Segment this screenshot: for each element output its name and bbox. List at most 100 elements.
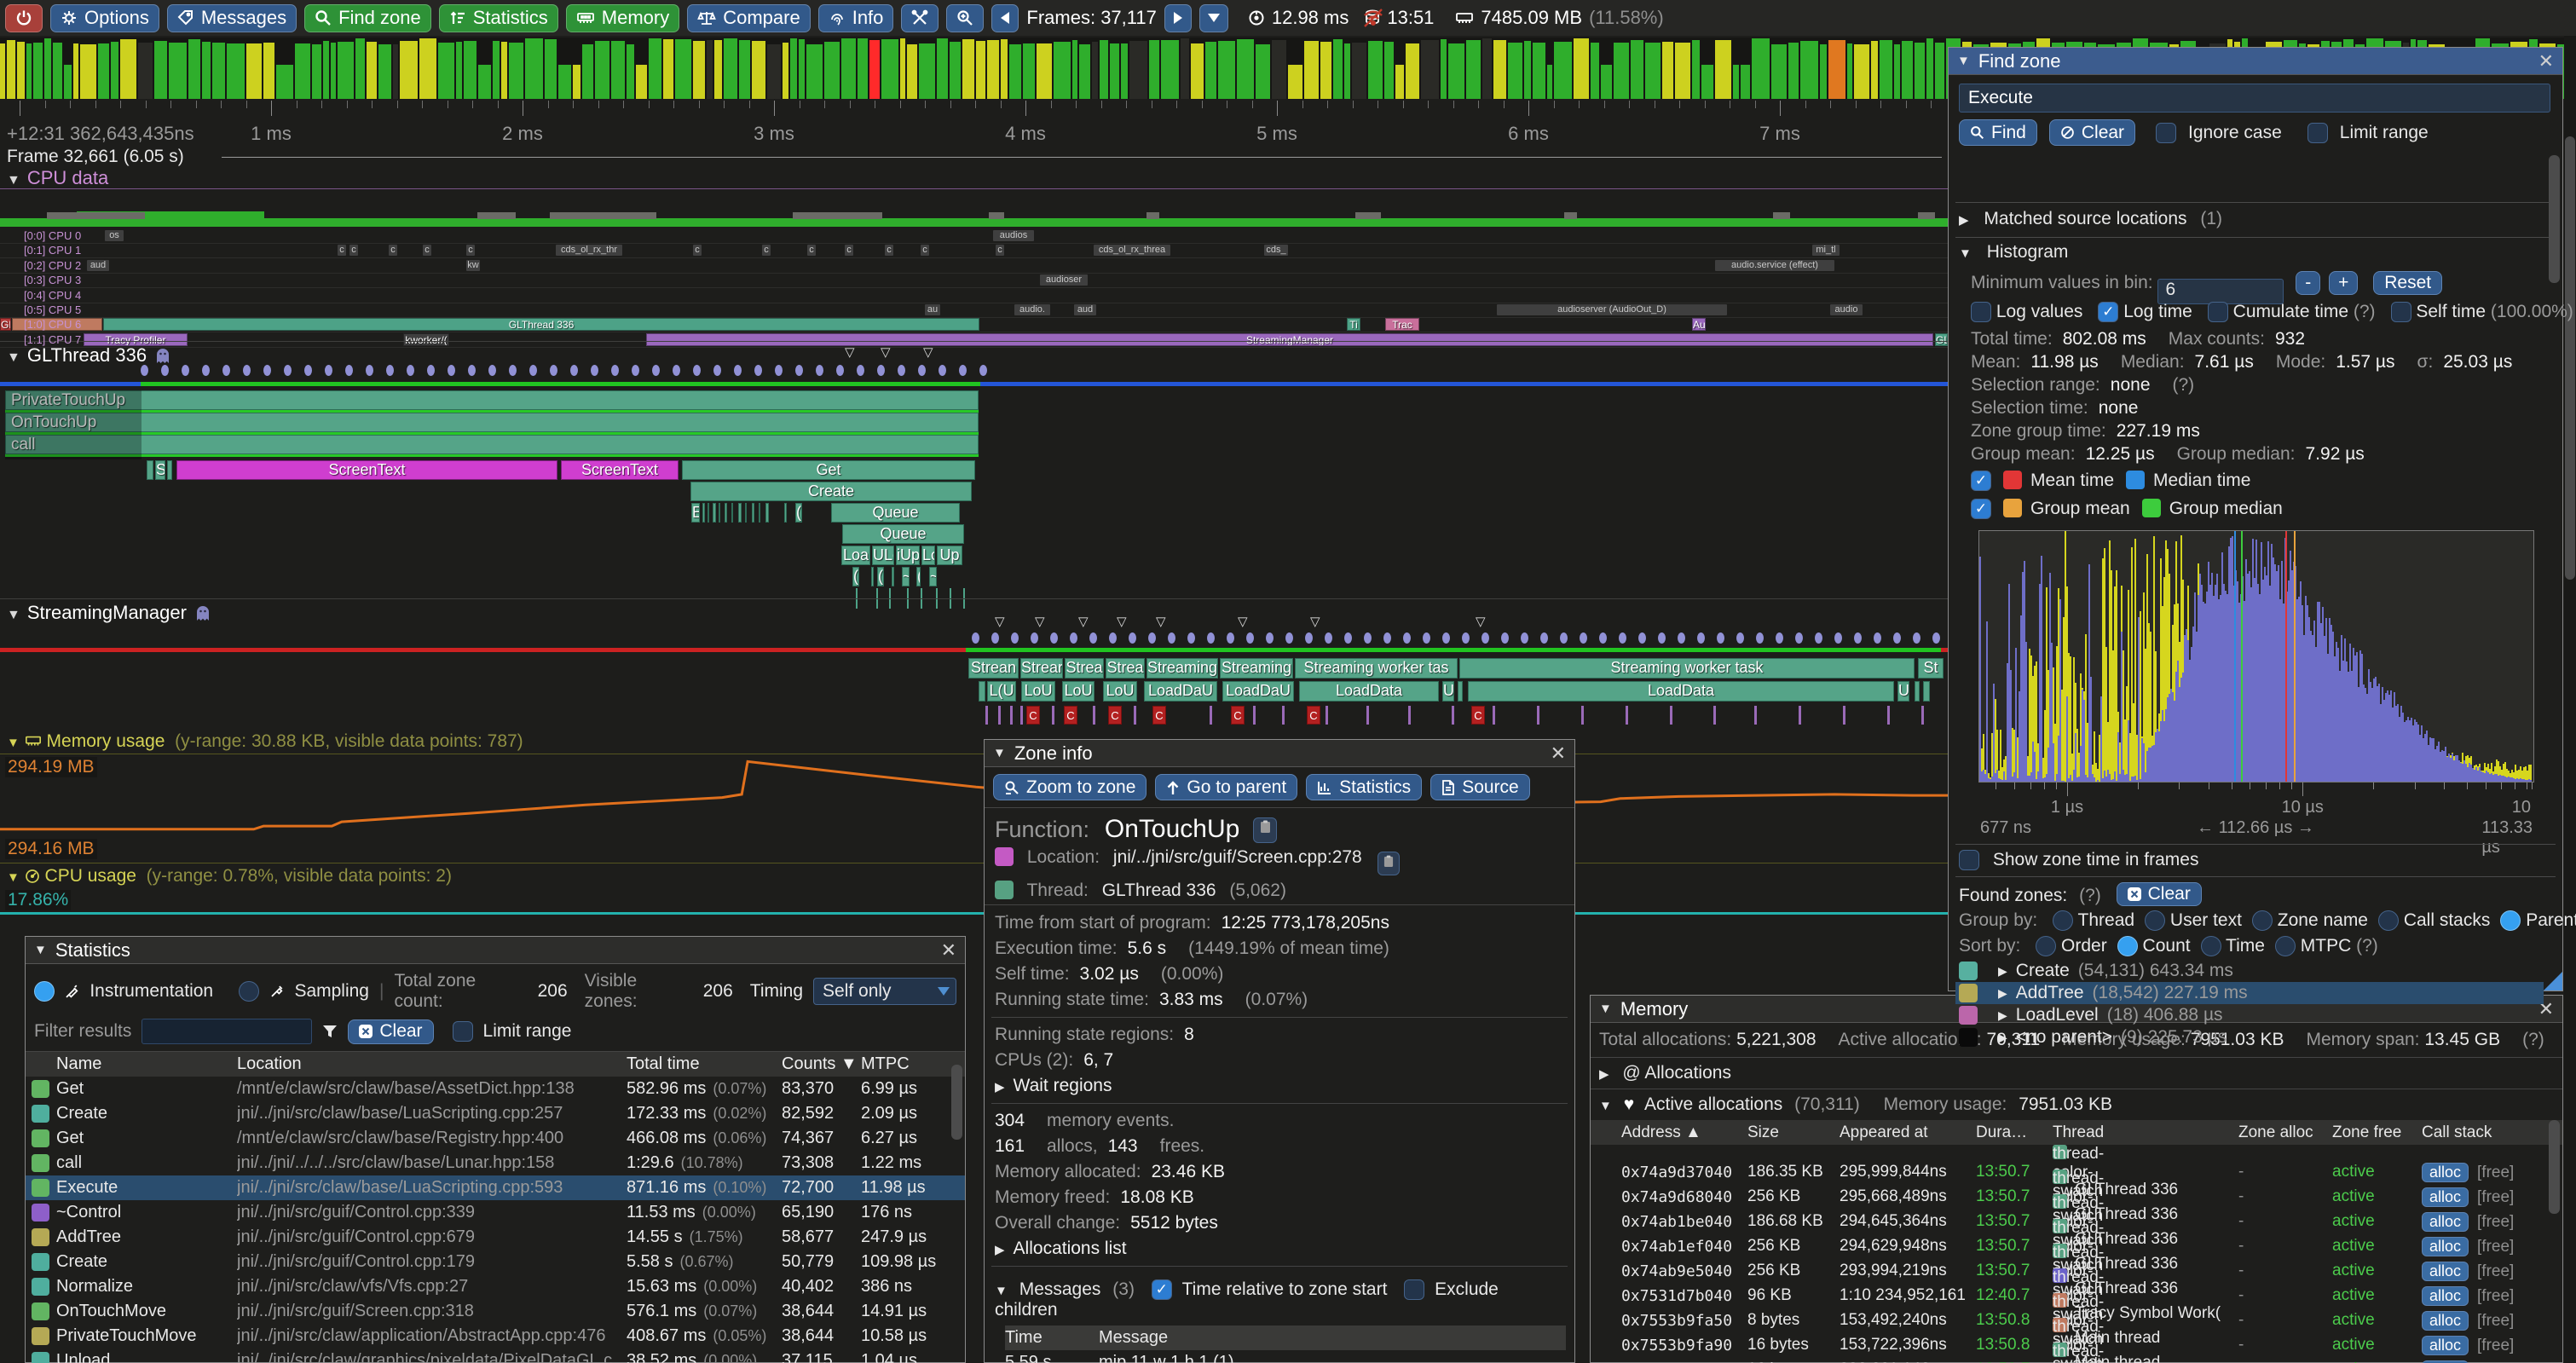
clear-button[interactable]: Clear [2049,119,2135,146]
sort-by-count[interactable] [2117,936,2138,956]
timeline-zone[interactable]: OnTouchUp [5,413,979,432]
timeline-zone[interactable]: LoadDaU [1222,681,1294,702]
copy-clipboard-button[interactable] [1378,852,1400,875]
statistics-button[interactable]: Statistics [439,4,558,32]
process-chip[interactable]: aud [1074,304,1096,315]
collapse-triangle[interactable]: ▶ [1998,986,2007,1001]
timeline-zone[interactable]: Ti [1347,318,1360,331]
group-by-call-stacks[interactable] [2378,910,2399,931]
timeline-zone[interactable]: GLThread 336 [103,318,979,331]
collapse-triangle[interactable]: ▶ [995,1080,1005,1094]
error-zone-chip[interactable]: C [1471,706,1485,725]
timeline-zone[interactable]: U [1442,681,1454,702]
found-zones-clear-button[interactable]: Clear [2117,882,2202,906]
col-zone-alloc[interactable]: Zone alloc [2238,1123,2332,1142]
resize-grip[interactable] [2544,972,2562,990]
timeline-zone[interactable] [147,460,153,480]
process-chip[interactable]: cds_ol_rx_threa [1094,245,1170,256]
prev-frame-button[interactable] [991,4,1019,32]
alloc-callstack-button[interactable]: alloc [2422,1237,2469,1256]
col-counts[interactable]: Counts ▼ [782,1054,861,1074]
process-chip[interactable]: kw [466,260,480,271]
stats-row[interactable]: Get/mnt/e/claw/src/claw/base/Registry.hp… [26,1126,965,1151]
timeline-zone[interactable]: LoU [1062,681,1095,702]
options-button[interactable]: Options [50,4,159,32]
histogram-section-header[interactable]: ▼ Histogram [1959,242,2549,266]
process-chip[interactable]: mi_tl [1812,245,1840,256]
info-button[interactable]: Info [818,4,894,32]
error-zone-chip[interactable]: C [1231,706,1245,725]
main-scrollbar-thumb[interactable] [2565,136,2575,580]
timeline-zone[interactable]: St [1918,658,1944,679]
matched-source-locations[interactable]: ▶ Matched source locations (1) [1959,209,2549,233]
timeline-zone[interactable] [719,503,720,523]
process-chip[interactable]: c [885,245,893,256]
timeline-zone[interactable]: ~ [902,567,910,586]
timeline-zone[interactable] [725,503,727,523]
message-marker-icon[interactable]: ▽ [923,344,933,360]
zone-thread-row[interactable]: Thread: GLThread 336 (5,062) [985,877,1574,905]
statistics-scrollbar[interactable] [951,1065,962,1140]
exclude-children-checkbox[interactable] [1404,1279,1424,1300]
error-zone-chip[interactable]: C [1152,706,1166,725]
error-zone-chip[interactable]: C [1064,706,1077,725]
stats-row[interactable]: PrivateTouchMovejni/../jni/src/claw/appl… [26,1324,965,1349]
timeline-zone[interactable] [1915,681,1920,702]
sort-by-order[interactable] [2036,936,2056,956]
process-chip[interactable]: c [921,245,929,256]
process-chip[interactable]: aud [87,260,109,271]
col-mtpc[interactable]: MTPC [861,1054,965,1074]
process-chip[interactable]: c [762,245,771,256]
timeline-zone[interactable]: ( [877,567,884,586]
alloc-callstack-button[interactable]: alloc [2422,1286,2469,1306]
show-zone-time-checkbox[interactable] [1959,850,1979,870]
checkbox[interactable] [1971,302,1991,322]
alloc-callstack-button[interactable]: alloc [2422,1360,2469,1363]
zone-info-titlebar[interactable]: ▼Zone info✕ [985,740,1574,767]
timeline-zone[interactable]: ~ [929,567,937,586]
timeline-zone[interactable]: LoadData [1468,681,1894,702]
statistics-titlebar[interactable]: ▼Statistics✕ [26,937,965,964]
checkbox[interactable]: ✓ [2098,302,2118,322]
alloc-callstack-button[interactable]: alloc [2422,1262,2469,1281]
process-chip[interactable]: au [925,304,940,315]
zoom-button[interactable] [946,4,984,32]
col-call-stack[interactable]: Call stack [2422,1123,2562,1142]
process-chip[interactable]: audioserver (AudioOut_D) [1497,304,1727,315]
timeline-zone[interactable]: U [1897,681,1909,702]
error-zone-chip[interactable]: C [1108,706,1122,725]
found-zone-row[interactable]: ▶Create (54,131) 643.34 ms [1955,960,2544,982]
close-icon[interactable]: ✕ [941,939,956,962]
message-marker-icon[interactable]: ▽ [1476,614,1486,629]
plus-button[interactable]: + [2329,271,2358,295]
alloc-callstack-button[interactable]: alloc [2422,1311,2469,1331]
timeline-zone[interactable]: LoadDaU [1144,681,1217,702]
memory-usage-plot[interactable] [0,755,1952,861]
found-zone-row[interactable]: ▶LoadLevel (18) 406.88 µs [1955,1004,2544,1026]
timeline-zone[interactable] [167,460,172,480]
find-zone-titlebar[interactable]: ▼Find zone✕ [1949,48,2562,75]
process-chip[interactable]: os [105,230,124,241]
timeline-zone[interactable] [713,503,716,523]
message-marker-icon[interactable]: ▽ [1156,614,1166,629]
timeline-zone[interactable] [765,503,769,523]
timeline-zone[interactable] [708,503,709,523]
alloc-callstack-button[interactable]: alloc [2422,1212,2469,1232]
process-chip[interactable]: c [693,245,702,256]
tools-button[interactable] [901,4,939,32]
message-marker-icon[interactable]: ▽ [845,344,855,360]
memory-row[interactable]: 0x74a9d37040186.35 KB295,999,844ns13:50.… [1591,1145,2562,1170]
filter-input[interactable] [142,1019,312,1044]
timeline-zone[interactable]: Streaming [1220,658,1293,679]
collapse-triangle[interactable]: ▶ [1998,1008,2007,1023]
collapse-triangle[interactable]: ▼ [995,1284,1008,1298]
timing-dropdown[interactable]: Self only [813,978,956,1005]
main-scrollbar-track[interactable] [2564,36,2576,1363]
process-chip[interactable]: c [389,245,397,256]
memory-button[interactable]: Memory [566,4,679,32]
close-icon[interactable]: ✕ [1551,742,1566,765]
timeline-zone[interactable]: Get [682,460,975,480]
legend-checkbox[interactable]: ✓ [1971,499,1991,519]
timeline-zone[interactable] [892,567,894,586]
timeline-zone[interactable]: Trac [1385,318,1419,331]
